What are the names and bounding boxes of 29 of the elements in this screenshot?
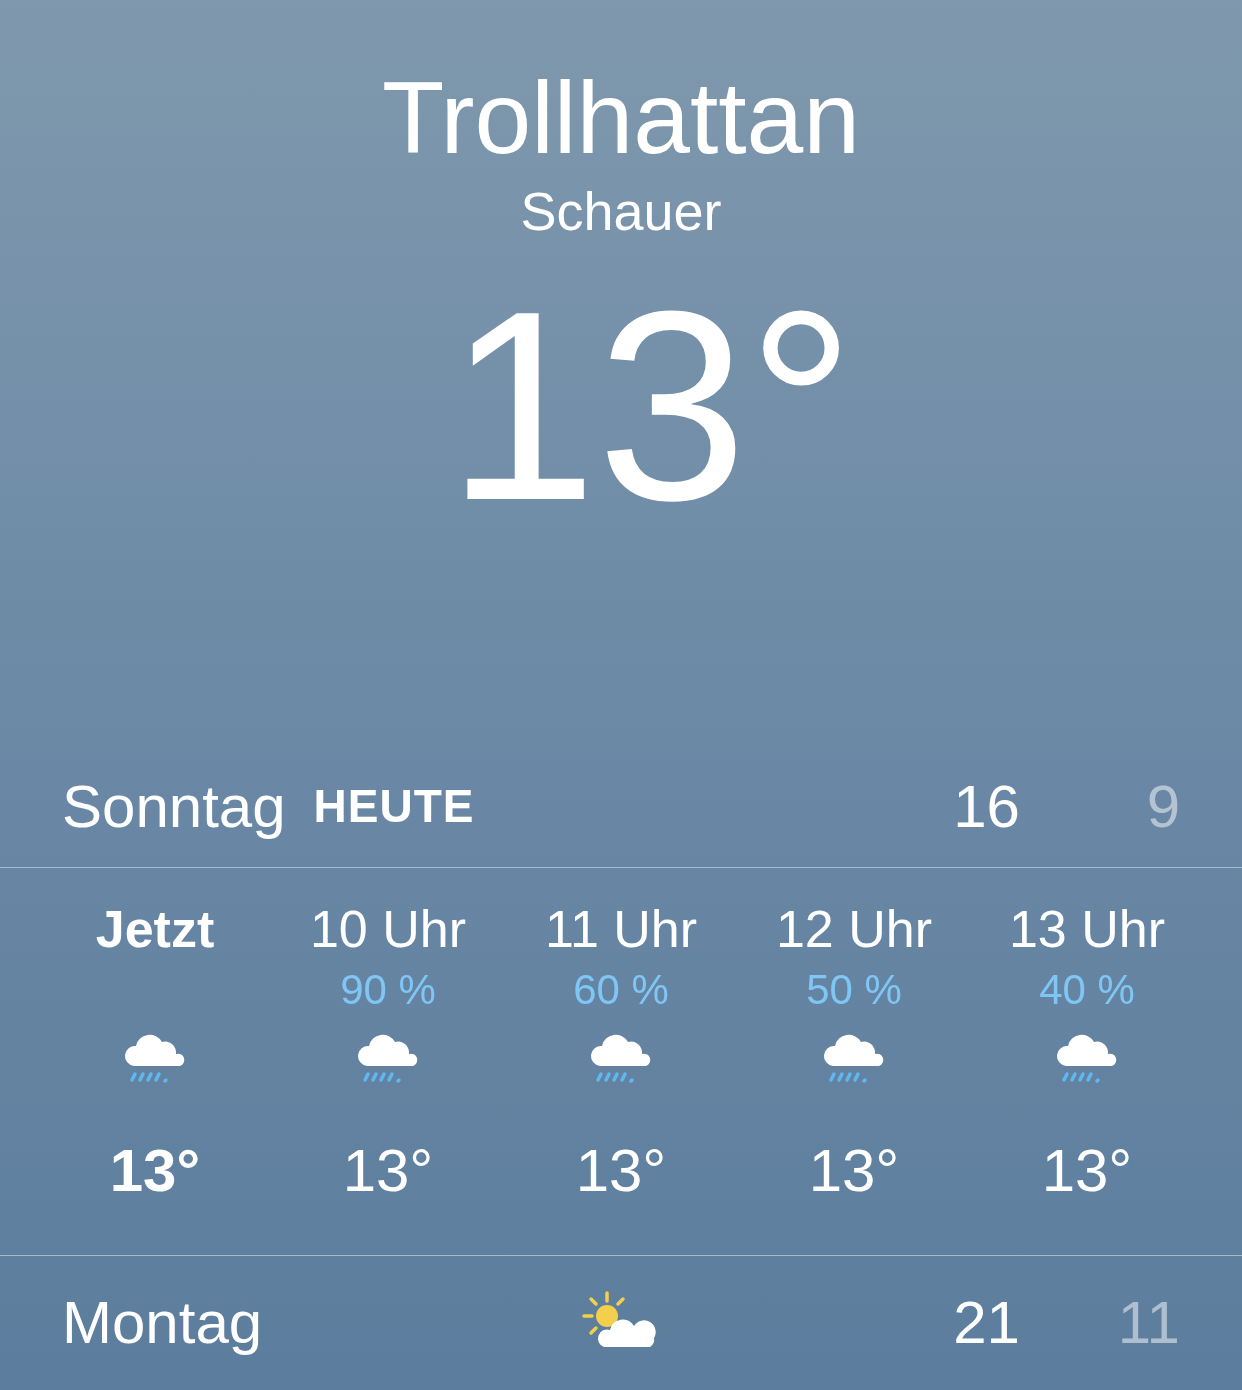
hour-temperature: 13°: [109, 1136, 201, 1205]
rain-cloud-icon: [823, 1032, 885, 1084]
hour-label: 12 Uhr: [775, 899, 933, 960]
precipitation-chance: 50 %: [806, 966, 902, 1014]
city-name: Trollhattan: [381, 62, 861, 174]
high-temperature: 21: [952, 1287, 1020, 1357]
rain-cloud-icon: [1056, 1032, 1118, 1084]
day-name: Montag: [62, 1287, 264, 1357]
today-label: HEUTE: [313, 779, 475, 833]
precipitation-chance: 60 %: [573, 966, 669, 1014]
hour-label: 11 Uhr: [544, 899, 698, 960]
hour-temperature: 13°: [808, 1136, 900, 1205]
precipitation-chance: 40 %: [1039, 966, 1135, 1014]
rain-cloud-icon: [357, 1032, 419, 1084]
precipitation-chance: 90 %: [340, 966, 436, 1014]
high-temperature: 16: [952, 771, 1020, 841]
hour-label: Jetzt: [95, 899, 215, 960]
hour-temperature: 13°: [575, 1136, 667, 1205]
hour-temperature: 13°: [1041, 1136, 1133, 1205]
weather-condition: Schauer: [520, 180, 722, 243]
hour-label: 10 Uhr: [309, 899, 467, 960]
current-temperature: 13°: [445, 266, 856, 546]
hour-temperature: 13°: [342, 1136, 434, 1205]
day-name: Sonntag: [62, 771, 286, 841]
hour-label: 13 Uhr: [1008, 899, 1166, 960]
low-temperature: 9: [1145, 771, 1180, 841]
rain-cloud-icon: [124, 1032, 186, 1084]
low-temperature: 11: [1116, 1287, 1180, 1357]
rain-cloud-icon: [590, 1032, 652, 1084]
